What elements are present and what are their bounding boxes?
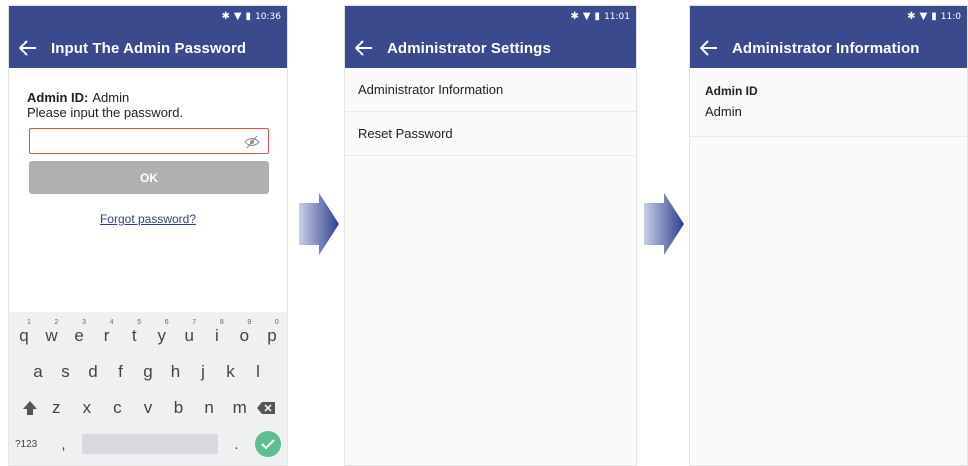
admin-info-block: Admin ID Admin — [690, 68, 967, 137]
symbols-key[interactable]: ?123 — [15, 439, 45, 450]
key-i[interactable]: i8 — [204, 319, 230, 346]
key-n[interactable]: n — [196, 398, 222, 418]
key-w[interactable]: w2 — [39, 319, 65, 346]
key-k[interactable]: k — [218, 362, 244, 382]
ok-button[interactable]: OK — [29, 161, 269, 194]
key-hint-9: 9 — [247, 319, 252, 326]
key-q[interactable]: q1 — [11, 319, 37, 346]
admin-id-line: Admin ID: Admin — [27, 90, 269, 105]
key-z[interactable]: z — [43, 398, 69, 418]
page-title: Administrator Information — [732, 39, 920, 57]
key-hint-2: 2 — [54, 319, 59, 326]
status-time: 11:0 — [940, 12, 961, 22]
shift-icon[interactable] — [19, 400, 41, 416]
key-s[interactable]: s — [53, 362, 79, 382]
key-u[interactable]: u7 — [176, 319, 202, 346]
page-title: Input The Admin Password — [51, 39, 247, 57]
comma-key[interactable]: , — [57, 436, 71, 453]
soft-keyboard: q1w2e3r4t5y6u7i8o9p0 asdfghjkl zxcvbnm ?… — [9, 312, 287, 465]
wifi-icon: ▼ — [582, 11, 591, 22]
key-hint-4: 4 — [109, 319, 114, 326]
key-g[interactable]: g — [135, 362, 161, 382]
key-c[interactable]: c — [104, 398, 130, 418]
key-l[interactable]: l — [245, 362, 271, 382]
key-hint-7: 7 — [192, 319, 197, 326]
key-hint-0: 0 — [274, 319, 279, 326]
back-arrow-icon[interactable] — [700, 38, 720, 58]
key-p[interactable]: p0 — [259, 319, 285, 346]
admin-id-label: Admin ID: — [27, 90, 89, 105]
back-arrow-icon[interactable] — [19, 38, 39, 58]
status-bar: ✱ ▼ ▮ 10:36 — [9, 6, 287, 28]
password-field-box — [29, 128, 269, 154]
battery-icon: ▮ — [931, 11, 937, 22]
status-time: 11:01 — [604, 12, 630, 22]
key-y[interactable]: y6 — [149, 319, 175, 346]
key-b[interactable]: b — [166, 398, 192, 418]
key-e[interactable]: e3 — [66, 319, 92, 346]
keyboard-row-1: q1w2e3r4t5y6u7i8o9p0 — [9, 318, 287, 354]
key-x[interactable]: x — [74, 398, 100, 418]
status-bar: ✱ ▼ ▮ 11:0 — [690, 6, 967, 28]
wifi-icon: ▼ — [233, 11, 242, 22]
administrator-information-screen: ✱ ▼ ▮ 11:0 Administrator Information Adm… — [689, 5, 968, 466]
key-hint-3: 3 — [82, 319, 86, 326]
key-r[interactable]: r4 — [94, 319, 120, 346]
key-hint-1: 1 — [27, 319, 31, 326]
space-key[interactable] — [82, 434, 218, 454]
admin-id-value: Admin — [705, 104, 742, 119]
password-prompt: Please input the password. — [27, 105, 184, 120]
keyboard-row-2: asdfghjkl — [9, 354, 287, 390]
admin-id-label: Admin ID — [705, 84, 758, 98]
key-f[interactable]: f — [108, 362, 134, 382]
login-form: Admin ID: Admin Please input the password… — [9, 68, 287, 226]
check-icon — [261, 439, 275, 450]
page-title: Administrator Settings — [387, 39, 551, 57]
period-key[interactable]: . — [230, 436, 244, 453]
key-t[interactable]: t5 — [121, 319, 147, 346]
administrator-settings-screen: ✱ ▼ ▮ 11:01 Administrator Settings Admin… — [344, 5, 637, 466]
flow-arrow-icon — [299, 193, 339, 255]
status-time: 10:36 — [255, 12, 281, 22]
bluetooth-icon: ✱ — [570, 11, 579, 22]
admin-id-value: Admin — [92, 90, 130, 105]
forgot-password-link[interactable]: Forgot password? — [27, 212, 269, 226]
password-input[interactable] — [30, 129, 268, 153]
key-v[interactable]: v — [135, 398, 161, 418]
wifi-icon: ▼ — [919, 11, 928, 22]
keyboard-row-4: ?123 , . — [9, 426, 287, 462]
backspace-icon[interactable] — [255, 401, 277, 415]
keyboard-row-3: zxcvbnm — [9, 390, 287, 426]
key-d[interactable]: d — [80, 362, 106, 382]
eye-off-icon[interactable] — [244, 135, 260, 149]
key-m[interactable]: m — [227, 398, 253, 418]
key-h[interactable]: h — [163, 362, 189, 382]
enter-key[interactable] — [255, 431, 281, 457]
admin-password-screen: ✱ ▼ ▮ 10:36 Input The Admin Password Adm… — [8, 5, 288, 466]
keyboard-row-3-letters: zxcvbnm — [41, 398, 255, 418]
key-hint-6: 6 — [164, 319, 169, 326]
menu-item-administrator-information[interactable]: Administrator Information — [345, 68, 636, 112]
key-o[interactable]: o9 — [231, 319, 257, 346]
battery-icon: ▮ — [245, 11, 252, 22]
key-a[interactable]: a — [25, 362, 51, 382]
status-bar: ✱ ▼ ▮ 11:01 — [345, 6, 636, 28]
key-j[interactable]: j — [190, 362, 216, 382]
back-arrow-icon[interactable] — [355, 38, 375, 58]
menu-item-reset-password[interactable]: Reset Password — [345, 112, 636, 156]
battery-icon: ▮ — [594, 11, 601, 22]
bluetooth-icon: ✱ — [907, 11, 916, 22]
bluetooth-icon: ✱ — [221, 11, 230, 22]
key-hint-8: 8 — [219, 319, 224, 326]
app-bar: Administrator Settings — [345, 28, 636, 68]
flow-arrow-icon — [644, 193, 684, 255]
key-hint-5: 5 — [137, 319, 142, 326]
app-bar: Input The Admin Password — [9, 28, 287, 68]
app-bar: Administrator Information — [690, 28, 967, 68]
